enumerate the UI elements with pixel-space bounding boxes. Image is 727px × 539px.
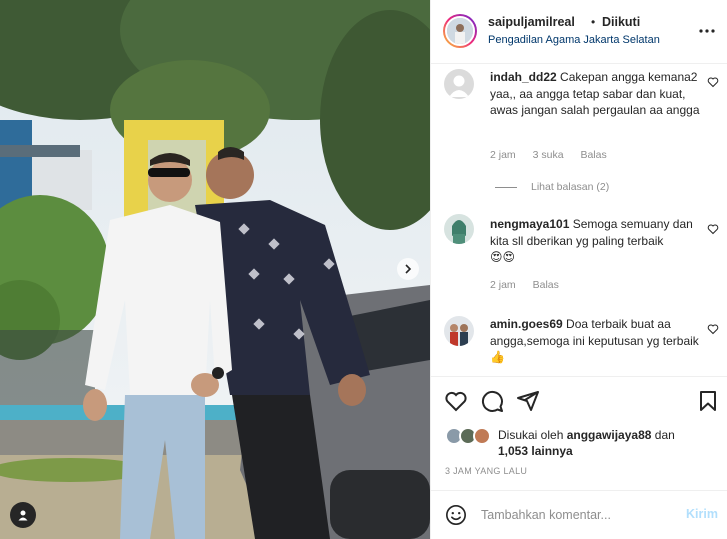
comment-time[interactable]: 2 jam (490, 149, 516, 161)
emoji-button[interactable] (445, 504, 467, 526)
post-header: saipuljamilreal • Diikuti Pengadilan Aga… (431, 0, 727, 64)
comment-like-button[interactable] (707, 323, 719, 335)
default-avatar-icon (444, 69, 474, 99)
comment-meta: 2 jam 3 suka Balas (490, 149, 621, 161)
user-tag-icon (18, 510, 28, 521)
comment-input[interactable] (481, 503, 671, 527)
heart-icon (445, 391, 467, 412)
liker-avatar (473, 427, 491, 445)
comment-text: nengmaya101 Semoga semuany dan kita sll … (490, 216, 700, 266)
comment-meta: 2 jam Balas (490, 279, 573, 291)
replies-line (495, 186, 517, 188)
likes-others[interactable]: 1,053 lainnya (498, 444, 573, 458)
add-comment-bar: Kirim (431, 490, 727, 539)
save-button[interactable] (696, 389, 720, 413)
comment-icon (481, 390, 503, 412)
reply-button[interactable]: Balas (580, 149, 606, 161)
heart-icon (707, 77, 719, 88)
view-replies-label: Lihat balasan (2) (531, 181, 610, 193)
comment-text: amin.goes69 Doa terbaik buat aa angga,se… (490, 316, 700, 366)
next-photo-button[interactable] (397, 258, 419, 280)
author-username[interactable]: saipuljamilreal (488, 15, 575, 29)
instagram-post-dialog: saipuljamilreal • Diikuti Pengadilan Aga… (0, 0, 727, 539)
comment-button[interactable] (480, 389, 504, 413)
comment-like-button[interactable] (707, 76, 719, 88)
post-photo[interactable] (0, 0, 430, 539)
post-comment-button[interactable]: Kirim (686, 507, 718, 521)
post-image (0, 0, 430, 539)
comment-likes[interactable]: 3 suka (533, 149, 564, 161)
avatar-image (444, 316, 474, 346)
author-avatar[interactable] (443, 14, 477, 48)
heart-icon (707, 324, 719, 335)
reply-button[interactable]: Balas (533, 279, 559, 291)
commenter-avatar[interactable] (444, 214, 474, 244)
comment-time[interactable]: 2 jam (490, 279, 516, 291)
avatar-image (447, 18, 473, 44)
likes-line: Disukai oleh anggawijaya88 dan (498, 428, 675, 442)
liker-avatars[interactable] (445, 427, 495, 445)
comment-username[interactable]: indah_dd22 (490, 70, 557, 84)
likes-summary: Disukai oleh anggawijaya88 dan 1,053 lai… (445, 424, 725, 464)
like-button[interactable] (444, 389, 468, 413)
liker-username[interactable]: anggawijaya88 (567, 428, 652, 442)
heart-icon (707, 224, 719, 235)
avatar-image (444, 214, 474, 244)
post-actions-bar (431, 376, 727, 424)
likes-prefix: Disukai oleh (498, 428, 564, 442)
comment-emoji: 😍😍 (490, 250, 516, 264)
comment-like-button[interactable] (707, 223, 719, 235)
emoji-icon (446, 505, 466, 525)
more-options-icon (699, 29, 715, 33)
comment-username[interactable]: amin.goes69 (490, 317, 563, 331)
more-options-button[interactable] (697, 22, 717, 40)
separator-dot: • (591, 15, 596, 29)
tagged-users-button[interactable] (10, 502, 36, 528)
view-replies-button[interactable]: Lihat balasan (2) (495, 181, 609, 193)
chevron-right-icon (405, 264, 412, 274)
likes-connector: dan (654, 428, 675, 442)
comment-text: indah_dd22 Cakepan angga kemana2 yaa,, a… (490, 69, 700, 119)
share-button[interactable] (516, 389, 540, 413)
comments-list[interactable]: indah_dd22 Cakepan angga kemana2 yaa,, a… (431, 64, 727, 376)
send-icon (517, 391, 539, 411)
commenter-avatar[interactable] (444, 316, 474, 346)
commenter-avatar[interactable] (444, 69, 474, 99)
bookmark-icon (700, 391, 716, 411)
post-timestamp[interactable]: 3 JAM YANG LALU (445, 466, 527, 476)
post-location[interactable]: Pengadilan Agama Jakarta Selatan (488, 34, 660, 46)
follow-status[interactable]: Diikuti (602, 15, 640, 29)
post-sidebar: saipuljamilreal • Diikuti Pengadilan Aga… (430, 0, 727, 539)
comment-username[interactable]: nengmaya101 (490, 217, 569, 231)
